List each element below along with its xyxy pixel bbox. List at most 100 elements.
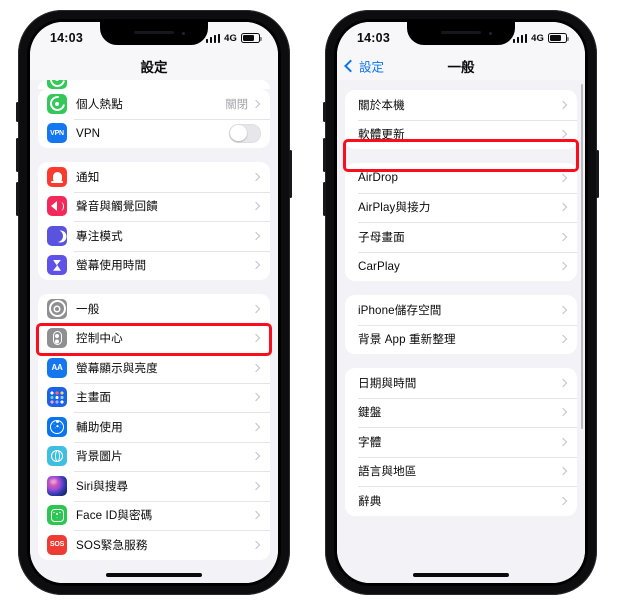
group-system: 一般 控制中心 AA 螢幕顯示與亮度 主畫面 輔助使用 背景圖片 Siri與搜尋… xyxy=(38,294,270,560)
list-item-accessibility[interactable]: 輔助使用 xyxy=(38,412,270,442)
chevron-right-icon xyxy=(251,511,261,520)
scroll-indicator[interactable] xyxy=(580,84,583,429)
list-item-label: 個人熱點 xyxy=(76,97,123,111)
mute-switch[interactable] xyxy=(16,102,19,122)
list-item-wallpaper[interactable]: 背景圖片 xyxy=(38,441,270,472)
power-button[interactable] xyxy=(289,150,292,198)
list-item-dictionary[interactable]: 辭典 xyxy=(345,486,577,516)
front-camera-icon xyxy=(488,31,492,35)
list-item-label: SOS緊急服務 xyxy=(76,538,148,552)
list-item-general[interactable]: 一般 xyxy=(38,294,270,324)
battery-icon xyxy=(548,33,569,43)
list-item-label: AirDrop xyxy=(358,171,398,185)
left-nav-bar: 設定 xyxy=(30,52,278,80)
status-bar-indicators: 4G xyxy=(512,32,569,44)
cellular-signal-icon xyxy=(512,33,528,43)
chevron-right-icon xyxy=(558,408,568,417)
list-item-airdrop[interactable]: AirDrop xyxy=(345,163,577,193)
list-item-label: 螢幕顯示與亮度 xyxy=(76,361,158,375)
home-indicator[interactable] xyxy=(106,573,202,577)
display-icon: AA xyxy=(47,357,67,378)
network-type-label: 4G xyxy=(531,32,544,44)
list-item-label: 背景 App 重新整理 xyxy=(358,333,456,347)
list-item-airplay-handoff[interactable]: AirPlay與接力 xyxy=(345,192,577,223)
list-item-vpn[interactable]: VPN VPN xyxy=(38,118,270,149)
list-item-background-app-refresh[interactable]: 背景 App 重新整理 xyxy=(345,324,577,355)
notch xyxy=(100,22,208,45)
gear-icon xyxy=(47,298,67,319)
cellular-signal-icon xyxy=(205,33,221,43)
list-item-carplay[interactable]: CarPlay xyxy=(345,251,577,282)
cut-off-icon xyxy=(47,80,67,89)
list-item-date-time[interactable]: 日期與時間 xyxy=(345,368,577,398)
list-item-emergency-sos[interactable]: SOS SOS緊急服務 xyxy=(38,530,270,560)
left-phone-device: 14:03 4G 設定 個人熱點 關閉 VPN VPN 通知 聲音與觸覺回饋 專… xyxy=(16,10,292,595)
hourglass-icon xyxy=(47,255,67,276)
list-item-label: 日期與時間 xyxy=(358,376,417,390)
volume-up-button[interactable] xyxy=(323,138,326,172)
power-button[interactable] xyxy=(596,150,599,198)
bell-icon xyxy=(47,166,67,187)
volume-down-button[interactable] xyxy=(16,182,19,216)
right-nav-bar: 設定 一般 xyxy=(337,52,585,80)
chevron-right-icon xyxy=(251,231,261,240)
chevron-right-icon xyxy=(558,496,568,505)
mute-switch[interactable] xyxy=(323,102,326,122)
chevron-right-icon xyxy=(558,100,568,109)
list-item-home-screen[interactable]: 主畫面 xyxy=(38,382,270,413)
chevron-right-icon xyxy=(251,172,261,181)
right-settings-list[interactable]: 關於本機 軟體更新 AirDrop AirPlay與接力 子母畫面 CarPla… xyxy=(337,80,585,583)
vpn-toggle[interactable] xyxy=(229,123,261,143)
list-item-screen-time[interactable]: 螢幕使用時間 xyxy=(38,250,270,281)
chevron-right-icon xyxy=(558,305,568,314)
list-item-label: 一般 xyxy=(76,302,100,316)
chevron-right-icon xyxy=(251,202,261,211)
page-title: 一般 xyxy=(447,60,475,75)
list-item-picture-in-picture[interactable]: 子母畫面 xyxy=(345,222,577,252)
list-item-label: 子母畫面 xyxy=(358,230,405,244)
list-item-control-center[interactable]: 控制中心 xyxy=(38,323,270,354)
chevron-right-icon xyxy=(251,540,261,549)
volume-down-button[interactable] xyxy=(323,182,326,216)
list-item-label: 字體 xyxy=(358,435,382,449)
chevron-right-icon xyxy=(251,99,261,108)
list-item-iphone-storage[interactable]: iPhone儲存空間 xyxy=(345,295,577,325)
list-item-label: 背景圖片 xyxy=(76,450,123,464)
list-item-about[interactable]: 關於本機 xyxy=(345,90,577,120)
list-item-keyboard[interactable]: 鍵盤 xyxy=(345,397,577,428)
list-item-language-region[interactable]: 語言與地區 xyxy=(345,456,577,487)
list-item-siri-search[interactable]: Siri與搜尋 xyxy=(38,471,270,501)
moon-icon xyxy=(47,225,67,246)
list-item-label: iPhone儲存空間 xyxy=(358,303,442,317)
chevron-right-icon xyxy=(558,232,568,241)
list-item-fonts[interactable]: 字體 xyxy=(345,427,577,457)
home-indicator[interactable] xyxy=(413,573,509,577)
hotspot-icon xyxy=(47,93,67,114)
list-item-label: 主畫面 xyxy=(76,391,112,405)
siri-icon xyxy=(47,475,67,496)
chevron-right-icon xyxy=(251,363,261,372)
list-item-label: 鍵盤 xyxy=(358,406,382,420)
left-settings-list[interactable]: 個人熱點 關閉 VPN VPN 通知 聲音與觸覺回饋 專注模式 螢幕使用時間 一… xyxy=(30,80,278,583)
list-item-value: 關閉 xyxy=(225,98,248,111)
volume-up-button[interactable] xyxy=(16,138,19,172)
back-button-label: 設定 xyxy=(359,60,385,75)
list-item-display-brightness[interactable]: AA 螢幕顯示與亮度 xyxy=(38,353,270,383)
list-item-sounds-haptics[interactable]: 聲音與觸覺回饋 xyxy=(38,191,270,222)
chevron-right-icon xyxy=(558,130,568,139)
list-item-focus[interactable]: 專注模式 xyxy=(38,221,270,251)
list-item-label: 輔助使用 xyxy=(76,420,123,434)
chevron-right-icon xyxy=(251,393,261,402)
back-button[interactable]: 設定 xyxy=(344,57,385,76)
list-item-notifications[interactable]: 通知 xyxy=(38,162,270,192)
list-item-label: 關於本機 xyxy=(358,98,405,112)
list-item-faceid-passcode[interactable]: Face ID與密碼 xyxy=(38,500,270,531)
list-item-software-update[interactable]: 軟體更新 xyxy=(345,119,577,150)
network-type-label: 4G xyxy=(224,32,237,44)
list-item-personal-hotspot[interactable]: 個人熱點 關閉 xyxy=(38,89,270,119)
list-item-label: 控制中心 xyxy=(76,332,123,346)
status-bar-time: 14:03 xyxy=(357,31,390,45)
